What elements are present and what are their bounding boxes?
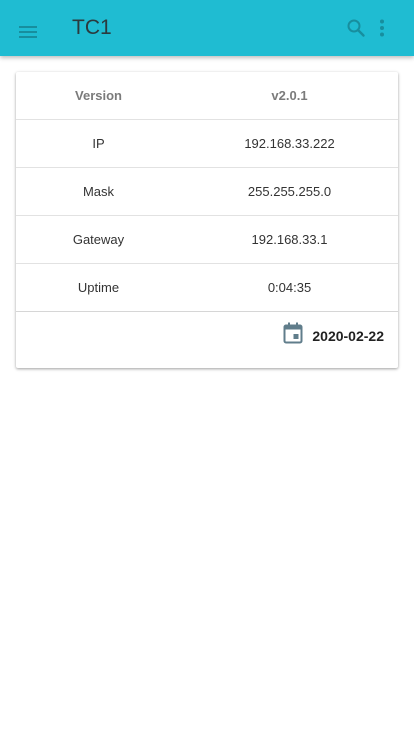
- table-row: Mask 255.255.255.0: [16, 167, 398, 216]
- search-button[interactable]: [343, 15, 369, 41]
- more-options-button[interactable]: [372, 15, 392, 41]
- row-key-gateway: Gateway: [16, 215, 181, 264]
- more-vertical-icon: [380, 19, 384, 37]
- card-footer: 2020-02-22: [16, 314, 398, 368]
- info-card: Version v2.0.1 IP 192.168.33.222 Mask 25…: [16, 72, 398, 368]
- row-value-mask: 255.255.255.0: [181, 167, 398, 216]
- row-value-gateway: 192.168.33.1: [181, 215, 398, 264]
- table-row: IP 192.168.33.222: [16, 119, 398, 168]
- search-icon: [347, 19, 365, 37]
- table-header-row: Version v2.0.1: [16, 72, 398, 120]
- date-text: 2020-02-22: [312, 328, 384, 344]
- row-key-mask: Mask: [16, 167, 181, 216]
- page-title: TC1: [72, 16, 112, 39]
- row-value-ip: 192.168.33.222: [181, 119, 398, 168]
- header-version-value: v2.0.1: [181, 72, 398, 120]
- row-key-ip: IP: [16, 119, 181, 168]
- header-version-label: Version: [16, 72, 181, 120]
- app-bar: TC1: [0, 0, 414, 56]
- table-row: Uptime 0:04:35: [16, 263, 398, 312]
- calendar-icon: [282, 322, 304, 344]
- date-display: 2020-02-22: [282, 322, 384, 344]
- table-row: Gateway 192.168.33.1: [16, 215, 398, 264]
- hamburger-menu-icon: [19, 26, 37, 38]
- row-key-uptime: Uptime: [16, 263, 181, 312]
- row-value-uptime: 0:04:35: [181, 263, 398, 312]
- info-table: Version v2.0.1 IP 192.168.33.222 Mask 25…: [16, 72, 398, 312]
- menu-button[interactable]: [14, 18, 42, 46]
